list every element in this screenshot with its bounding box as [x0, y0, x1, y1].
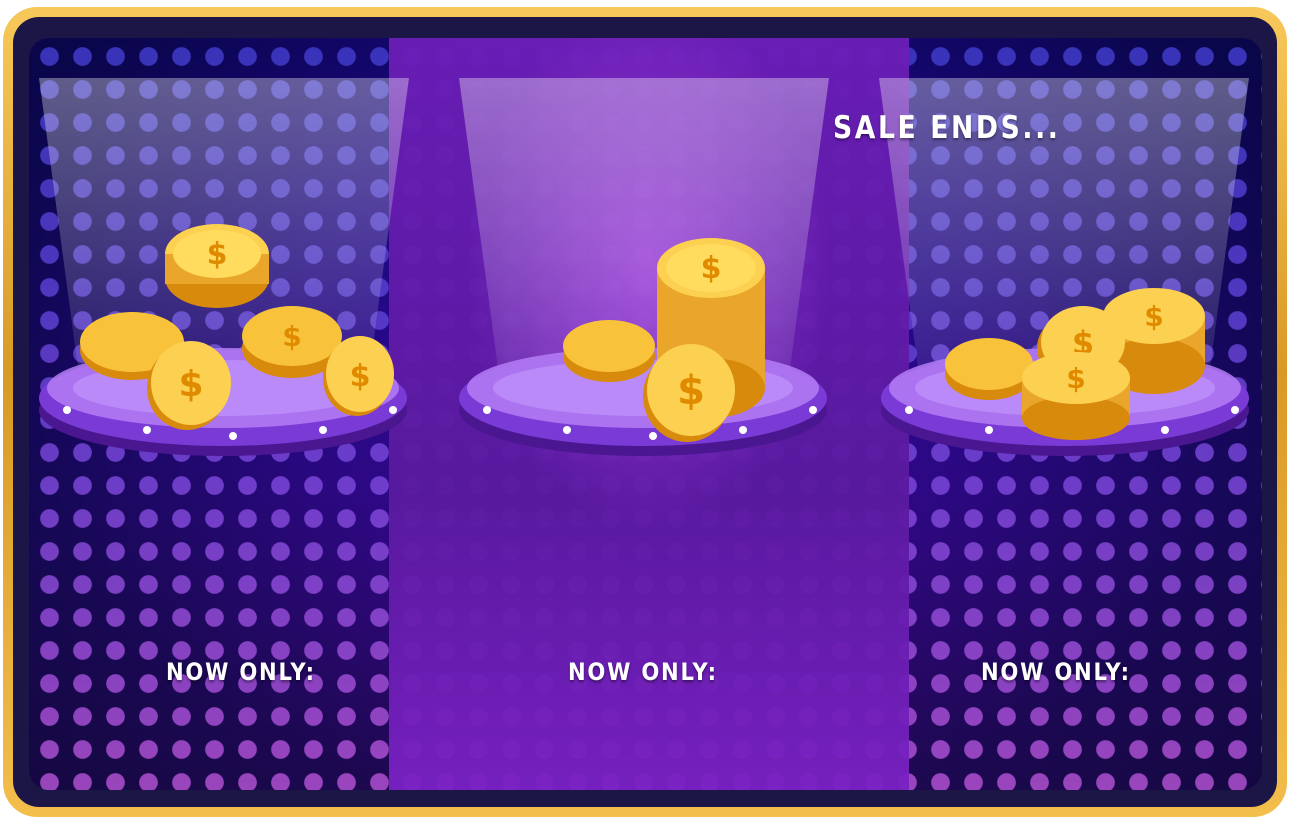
svg-text:$: $ — [350, 359, 371, 394]
sale-panel: SALE ENDS... $ $ $ $ $ $ $ $ $ NOW ONLY:… — [29, 38, 1262, 790]
svg-text:$: $ — [1066, 362, 1085, 395]
svg-text:$: $ — [178, 364, 203, 405]
sale-ends-title: SALE ENDS... — [833, 110, 1061, 146]
svg-text:$: $ — [282, 320, 301, 353]
svg-text:$: $ — [207, 237, 228, 272]
svg-text:$: $ — [1144, 300, 1163, 333]
pack-3-price-label: NOW ONLY: — [981, 658, 1131, 686]
pack-2-price-label: NOW ONLY: — [568, 658, 718, 686]
coin-pack-2[interactable]: $ $ — [457, 178, 829, 458]
pack-1-price-label: NOW ONLY: — [166, 658, 316, 686]
svg-text:$: $ — [701, 251, 722, 286]
coin-pack-3[interactable]: $ $ $ — [879, 178, 1251, 458]
svg-text:$: $ — [677, 368, 705, 414]
coin-pack-1[interactable]: $ $ $ $ — [37, 178, 409, 458]
